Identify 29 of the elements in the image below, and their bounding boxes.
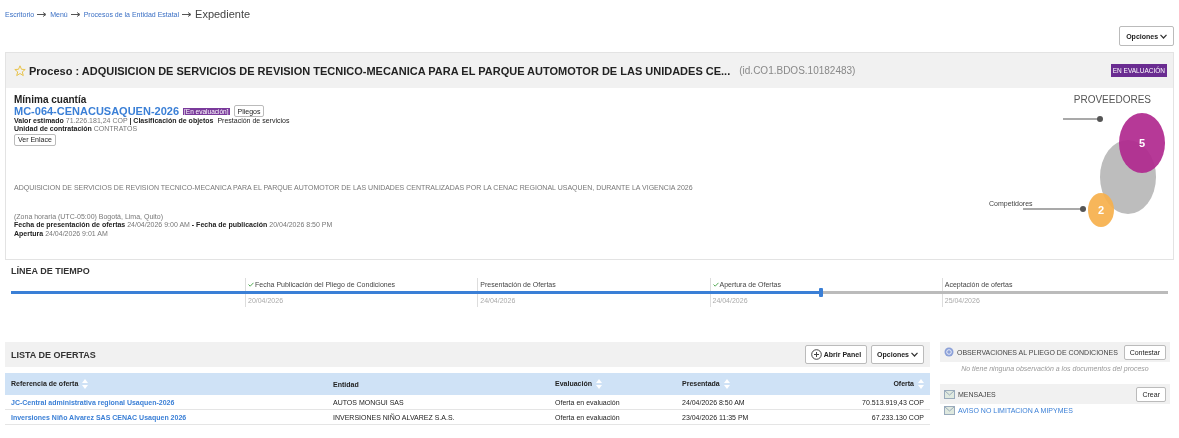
process-reference-link[interactable]: MC-064-CENACUSAQUEN-2026: [14, 105, 180, 117]
process-id: (id.CO1.BDOS.10182483): [739, 65, 857, 76]
sort-icon: [723, 379, 730, 389]
check-icon: [248, 282, 254, 287]
progress-marker: [818, 288, 823, 297]
sort-icon: [82, 379, 89, 389]
chevron-down-icon: [911, 352, 918, 357]
offers-title: LISTA DE OFERTAS: [11, 349, 97, 360]
plus-circle-icon: [810, 349, 822, 360]
bubble-count: 5: [1138, 137, 1146, 149]
timeline-title: LÍNEA DE TIEMPO: [10, 266, 91, 278]
process-title: Proceso : ADQUISICION DE SERVICIOS DE REVISION TECNICO-MECANICA PARA EL PARQUE AUTOMOTOR DE LAS UNIDADES CE...: [29, 64, 731, 77]
star-icon[interactable]: [14, 64, 26, 77]
process-type: Mínima cuantía: [14, 94, 88, 105]
sort-icon: [595, 379, 602, 389]
sort-icon: [918, 379, 924, 389]
envelope-icon: [944, 389, 955, 399]
help-icon: [944, 347, 954, 357]
leader-line: [1022, 206, 1086, 212]
breadcrumb-current: Expediente: [195, 8, 251, 20]
envelope-icon: [944, 406, 955, 415]
bubble-count: 2: [1097, 204, 1105, 216]
providers-title: PROVEEDORES: [1072, 94, 1152, 105]
arrow-icon: [37, 11, 48, 17]
check-icon: [712, 282, 719, 287]
arrow-icon: [182, 11, 193, 17]
leader-line: [1062, 116, 1103, 122]
arrow-icon: [70, 11, 81, 17]
chevron-down-icon: [1160, 33, 1167, 39]
